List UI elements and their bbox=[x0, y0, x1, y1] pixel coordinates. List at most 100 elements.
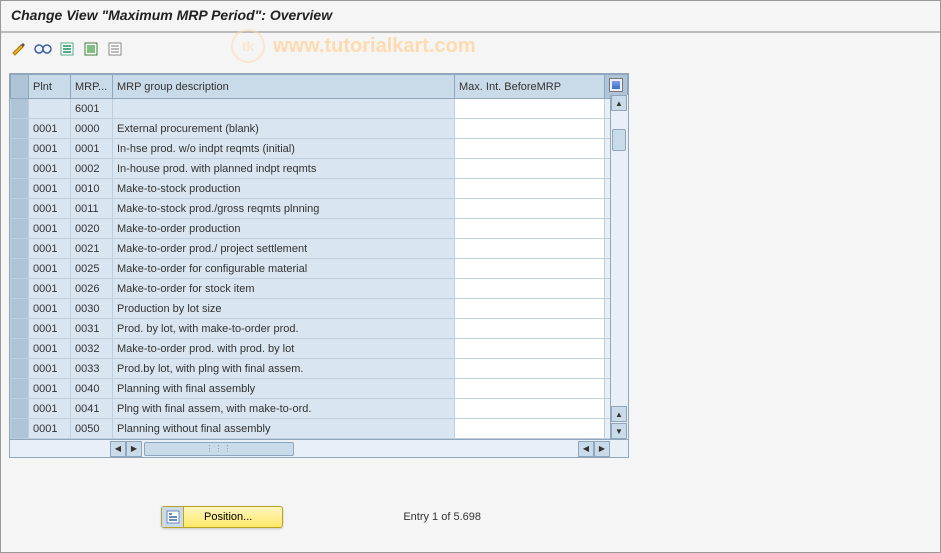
cell-plnt[interactable]: 0001 bbox=[29, 279, 71, 299]
row-selector[interactable] bbox=[11, 139, 29, 159]
cell-desc[interactable]: Make-to-order for stock item bbox=[113, 279, 455, 299]
cell-desc[interactable]: Planning without final assembly bbox=[113, 419, 455, 439]
row-selector[interactable] bbox=[11, 159, 29, 179]
cell-mrp[interactable]: 0033 bbox=[71, 359, 113, 379]
position-button[interactable]: Position... bbox=[161, 506, 283, 528]
table-row[interactable]: 00010032Make-to-order prod. with prod. b… bbox=[11, 339, 628, 359]
row-selector[interactable] bbox=[11, 419, 29, 439]
cell-mrp[interactable]: 0030 bbox=[71, 299, 113, 319]
cell-desc[interactable]: Make-to-order prod./ project settlement bbox=[113, 239, 455, 259]
cell-mrp[interactable]: 0032 bbox=[71, 339, 113, 359]
cell-plnt[interactable]: 0001 bbox=[29, 399, 71, 419]
cell-max[interactable] bbox=[455, 379, 605, 399]
cell-mrp[interactable]: 0010 bbox=[71, 179, 113, 199]
cell-desc[interactable]: Prod. by lot, with make-to-order prod. bbox=[113, 319, 455, 339]
row-selector[interactable] bbox=[11, 119, 29, 139]
col-mrp[interactable]: MRP... bbox=[71, 75, 113, 99]
horizontal-scrollbar[interactable]: ◀ ▶ ⋮⋮⋮ ◀ ▶ bbox=[10, 439, 628, 457]
cell-mrp[interactable]: 0031 bbox=[71, 319, 113, 339]
cell-plnt[interactable]: 0001 bbox=[29, 299, 71, 319]
scroll-down-icon[interactable]: ▼ bbox=[611, 423, 627, 439]
cell-desc[interactable]: Planning with final assembly bbox=[113, 379, 455, 399]
cell-max[interactable] bbox=[455, 419, 605, 439]
scroll-right-step-icon[interactable]: ▶ bbox=[126, 441, 142, 457]
cell-max[interactable] bbox=[455, 299, 605, 319]
cell-mrp[interactable]: 0020 bbox=[71, 219, 113, 239]
scroll-right-icon[interactable]: ▶ bbox=[594, 441, 610, 457]
cell-plnt[interactable]: 0001 bbox=[29, 159, 71, 179]
table-row[interactable]: 00010000External procurement (blank) bbox=[11, 119, 628, 139]
select-block-icon[interactable] bbox=[81, 39, 101, 59]
cell-max[interactable] bbox=[455, 239, 605, 259]
other-view-icon[interactable] bbox=[33, 39, 53, 59]
cell-max[interactable] bbox=[455, 339, 605, 359]
cell-max[interactable] bbox=[455, 199, 605, 219]
cell-mrp[interactable]: 0011 bbox=[71, 199, 113, 219]
col-desc[interactable]: MRP group description bbox=[113, 75, 455, 99]
cell-mrp[interactable]: 0026 bbox=[71, 279, 113, 299]
row-selector[interactable] bbox=[11, 219, 29, 239]
toggle-edit-icon[interactable] bbox=[9, 39, 29, 59]
cell-mrp[interactable]: 6001 bbox=[71, 99, 113, 119]
table-row[interactable]: 00010001In-hse prod. w/o indpt reqmts (i… bbox=[11, 139, 628, 159]
cell-plnt[interactable]: 0001 bbox=[29, 339, 71, 359]
cell-mrp[interactable]: 0040 bbox=[71, 379, 113, 399]
scroll-left-end-icon[interactable]: ◀ bbox=[578, 441, 594, 457]
cell-max[interactable] bbox=[455, 159, 605, 179]
row-selector[interactable] bbox=[11, 279, 29, 299]
cell-desc[interactable]: Make-to-stock prod./gross reqmts plnning bbox=[113, 199, 455, 219]
cell-plnt[interactable]: 0001 bbox=[29, 179, 71, 199]
cell-plnt[interactable]: 0001 bbox=[29, 199, 71, 219]
cell-max[interactable] bbox=[455, 139, 605, 159]
cell-plnt[interactable]: 0001 bbox=[29, 119, 71, 139]
vertical-scrollbar[interactable]: ▲ ▲ ▼ bbox=[610, 95, 628, 439]
cell-plnt[interactable]: 0001 bbox=[29, 219, 71, 239]
row-selector-header[interactable] bbox=[11, 75, 29, 99]
cell-mrp[interactable]: 0001 bbox=[71, 139, 113, 159]
cell-plnt[interactable]: 0001 bbox=[29, 359, 71, 379]
cell-mrp[interactable]: 0041 bbox=[71, 399, 113, 419]
table-row[interactable]: 00010030Production by lot size bbox=[11, 299, 628, 319]
row-selector[interactable] bbox=[11, 239, 29, 259]
row-selector[interactable] bbox=[11, 199, 29, 219]
row-selector[interactable] bbox=[11, 99, 29, 119]
table-row[interactable]: 6001 bbox=[11, 99, 628, 119]
cell-desc[interactable]: Make-to-stock production bbox=[113, 179, 455, 199]
row-selector[interactable] bbox=[11, 259, 29, 279]
cell-desc[interactable]: Make-to-order prod. with prod. by lot bbox=[113, 339, 455, 359]
row-selector[interactable] bbox=[11, 399, 29, 419]
cell-mrp[interactable]: 0002 bbox=[71, 159, 113, 179]
cell-desc[interactable] bbox=[113, 99, 455, 119]
cell-max[interactable] bbox=[455, 279, 605, 299]
cell-desc[interactable]: In-house prod. with planned indpt reqmts bbox=[113, 159, 455, 179]
cell-mrp[interactable]: 0050 bbox=[71, 419, 113, 439]
table-row[interactable]: 00010021Make-to-order prod./ project set… bbox=[11, 239, 628, 259]
table-row[interactable]: 00010031Prod. by lot, with make-to-order… bbox=[11, 319, 628, 339]
cell-plnt[interactable]: 0001 bbox=[29, 139, 71, 159]
cell-max[interactable] bbox=[455, 319, 605, 339]
cell-max[interactable] bbox=[455, 99, 605, 119]
cell-max[interactable] bbox=[455, 179, 605, 199]
cell-plnt[interactable]: 0001 bbox=[29, 379, 71, 399]
cell-plnt[interactable]: 0001 bbox=[29, 239, 71, 259]
cell-max[interactable] bbox=[455, 399, 605, 419]
scroll-thumb[interactable] bbox=[612, 129, 626, 151]
cell-desc[interactable]: Make-to-order for configurable material bbox=[113, 259, 455, 279]
row-selector[interactable] bbox=[11, 379, 29, 399]
cell-mrp[interactable]: 0021 bbox=[71, 239, 113, 259]
cell-max[interactable] bbox=[455, 359, 605, 379]
table-row[interactable]: 00010011Make-to-stock prod./gross reqmts… bbox=[11, 199, 628, 219]
scroll-left-icon[interactable]: ◀ bbox=[110, 441, 126, 457]
cell-plnt[interactable]: 0001 bbox=[29, 319, 71, 339]
table-row[interactable]: 00010033Prod.by lot, with plng with fina… bbox=[11, 359, 628, 379]
cell-max[interactable] bbox=[455, 119, 605, 139]
cell-mrp[interactable]: 0025 bbox=[71, 259, 113, 279]
col-plnt[interactable]: Plnt bbox=[29, 75, 71, 99]
cell-max[interactable] bbox=[455, 259, 605, 279]
row-selector[interactable] bbox=[11, 339, 29, 359]
scroll-up-icon[interactable]: ▲ bbox=[611, 95, 627, 111]
table-row[interactable]: 00010002In-house prod. with planned indp… bbox=[11, 159, 628, 179]
cell-max[interactable] bbox=[455, 219, 605, 239]
row-selector[interactable] bbox=[11, 359, 29, 379]
cell-desc[interactable]: External procurement (blank) bbox=[113, 119, 455, 139]
